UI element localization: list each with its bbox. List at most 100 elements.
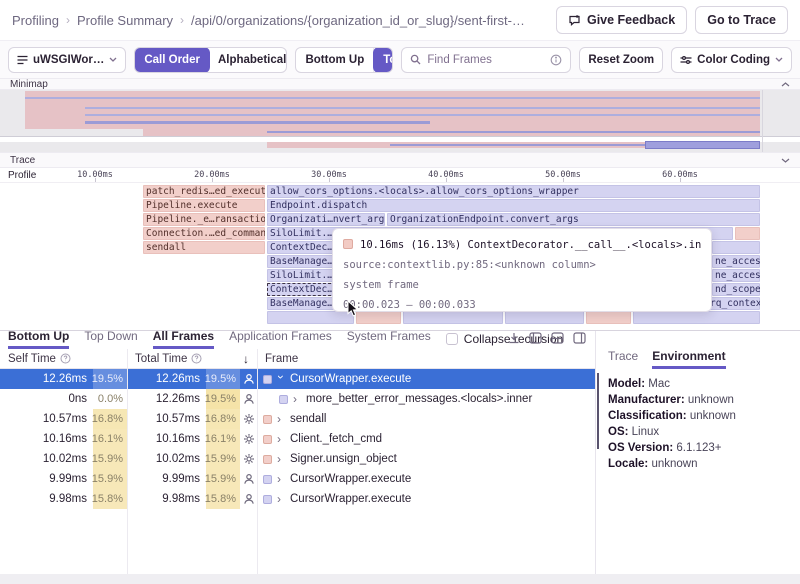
direction-option-bottom-up[interactable]: Bottom Up [296, 48, 374, 72]
total-time-cell: 10.02ms15.9% [127, 449, 257, 469]
detail-field-locale: Locale: unknown [608, 456, 788, 472]
total-time-percent: 19.5% [206, 389, 240, 409]
download-icon[interactable] [508, 332, 520, 344]
flame-frame[interactable]: nd_scopes [712, 283, 760, 296]
frame-table-row[interactable]: 9.98ms15.8%9.98ms15.8%›CursorWrapper.exe… [0, 489, 595, 509]
frame-table-body: 12.26ms19.5%12.26ms19.5%›CursorWrapper.e… [0, 369, 595, 509]
flame-frame[interactable] [267, 311, 354, 324]
flame-frame[interactable]: Connection.…ed_command [143, 227, 265, 240]
flame-frame[interactable]: ne_access [712, 269, 760, 282]
direction-option-top-down[interactable]: Top Down [373, 47, 393, 73]
tab-application-frames[interactable]: Application Frames [229, 329, 332, 349]
self-time-cell: 10.57ms16.8% [0, 409, 127, 429]
details-tab-environment[interactable]: Environment [652, 349, 725, 369]
chevron-up-icon[interactable] [781, 82, 790, 87]
column-divider[interactable] [127, 349, 128, 584]
chevron-down-icon[interactable]: › [274, 375, 288, 383]
breadcrumb-item[interactable]: Profiling [12, 13, 59, 28]
flame-frame[interactable]: allow_cors_options.<locals>.allow_cors_o… [267, 185, 760, 198]
chevron-down-icon [109, 57, 117, 62]
tab-all-frames[interactable]: All Frames [153, 329, 214, 349]
breadcrumb: Profiling›Profile Summary›/api/0/organiz… [12, 13, 525, 28]
total-time-percent: 19.5% [206, 369, 240, 389]
bottom-scrollbar-track[interactable] [0, 574, 800, 584]
frame-color-swatch [263, 435, 272, 444]
breadcrumb-separator: › [180, 13, 184, 27]
total-time-value: 10.57ms [156, 413, 200, 425]
self-time-value: 10.16ms [43, 433, 87, 445]
reset-zoom-button[interactable]: Reset Zoom [579, 47, 663, 73]
flame-frame[interactable]: ne_access [712, 255, 760, 268]
sort-option-alphabetical[interactable]: Alphabetical [209, 48, 288, 72]
dock-bottom-icon[interactable] [551, 332, 564, 344]
search-input[interactable] [427, 54, 544, 66]
sliders-icon [680, 55, 692, 65]
chevron-down-icon [775, 57, 783, 62]
breadcrumb-item[interactable]: Profile Summary [77, 13, 173, 28]
frame-name-cell[interactable]: ›CursorWrapper.execute [257, 369, 595, 389]
flame-frame[interactable]: OrganizationEndpoint.convert_args [387, 213, 760, 226]
frame-name: CursorWrapper.execute [290, 373, 411, 385]
frame-name-cell[interactable]: ›more_better_error_messages.<locals>.inn… [257, 389, 595, 409]
chevron-right-icon[interactable]: › [277, 412, 285, 426]
frame-name-cell[interactable]: ›sendall [257, 409, 595, 429]
total-time-value: 12.26ms [156, 373, 200, 385]
dock-left-icon[interactable] [529, 332, 542, 344]
trace-title: Trace [10, 155, 35, 166]
frame-name-cell[interactable]: ›Client._fetch_cmd [257, 429, 595, 449]
chevron-right-icon[interactable]: › [277, 492, 285, 506]
find-frames-search[interactable] [401, 47, 571, 73]
breadcrumb-item[interactable]: /api/0/organizations/{organization_id_or… [191, 13, 525, 28]
frame-name-cell[interactable]: ›Signer.unsign_object [257, 449, 595, 469]
dock-right-icon[interactable] [573, 332, 586, 344]
total-time-header[interactable]: Total Time ↓ [127, 349, 257, 368]
give-feedback-button[interactable]: Give Feedback [556, 6, 687, 34]
flame-frame[interactable]: Endpoint.dispatch [267, 199, 760, 212]
self-time-cell: 10.02ms15.9% [0, 449, 127, 469]
sort-option-call-order[interactable]: Call Order [134, 47, 210, 73]
scrollbar-thumb[interactable] [597, 373, 599, 449]
flame-frame[interactable]: patch_redis…ed_execute [143, 185, 265, 198]
minimap-activity [85, 114, 760, 116]
flame-frame[interactable]: rq_context [707, 297, 760, 310]
tab-top-down[interactable]: Top Down [84, 329, 137, 349]
frame-name-cell[interactable]: ›CursorWrapper.execute [257, 489, 595, 509]
flame-frame[interactable]: Pipeline._e…ransaction [143, 213, 265, 226]
frame-table-header: Self Time Total Time ↓ Frame [0, 349, 595, 369]
chevron-right-icon[interactable]: › [277, 472, 285, 486]
total-time-percent: 15.9% [206, 449, 240, 469]
flame-frame[interactable]: sendall [143, 241, 265, 254]
column-divider[interactable] [257, 349, 258, 584]
frame-table-row[interactable]: 10.57ms16.8%10.57ms16.8%›sendall [0, 409, 595, 429]
thread-selector-dropdown[interactable]: uWSGIWor… [8, 47, 126, 73]
axis-tickmark [446, 178, 447, 182]
frame-name-cell[interactable]: › CursorWrapper.execute [257, 469, 595, 489]
minimap-activity [390, 144, 645, 146]
tab-system-frames[interactable]: System Frames [347, 329, 431, 349]
flame-frame[interactable]: Pipeline.execute [143, 199, 265, 212]
details-tab-trace[interactable]: Trace [608, 349, 638, 369]
flame-frame[interactable] [735, 227, 760, 240]
self-time-header[interactable]: Self Time [0, 349, 127, 368]
go-to-trace-button[interactable]: Go to Trace [695, 6, 788, 34]
minimap-canvas[interactable] [0, 90, 800, 152]
frame-name: CursorWrapper.execute [290, 473, 411, 485]
frame-table-row[interactable]: 9.99ms15.9%9.99ms15.9%›CursorWrapper.exe… [0, 469, 595, 489]
self-time-cell: 10.16ms16.1% [0, 429, 127, 449]
flame-frame[interactable] [712, 241, 760, 254]
frame-table-row[interactable]: 12.26ms19.5%12.26ms19.5%›CursorWrapper.e… [0, 369, 595, 389]
chevron-right-icon[interactable]: › [277, 432, 285, 446]
frame-table-row[interactable]: 0ns0.0%12.26ms19.5%›more_better_error_me… [0, 389, 595, 409]
chevron-down-icon[interactable] [781, 158, 790, 163]
frame-table-row[interactable]: 10.02ms15.9%10.02ms15.9%›Signer.unsign_o… [0, 449, 595, 469]
color-coding-dropdown[interactable]: Color Coding [671, 47, 792, 73]
total-time-percent: 15.8% [206, 489, 240, 509]
frame-table-row[interactable]: 10.16ms16.1%10.16ms16.1%›Client._fetch_c… [0, 429, 595, 449]
axis-tickmark [212, 178, 213, 182]
sort-descending-icon[interactable]: ↓ [243, 352, 249, 366]
chevron-right-icon[interactable]: › [277, 452, 285, 466]
flame-frame[interactable]: Organizati…nvert_args [267, 213, 385, 226]
tab-bottom-up[interactable]: Bottom Up [8, 329, 69, 349]
chevron-right-icon[interactable]: › [293, 392, 301, 406]
frame-header[interactable]: Frame [257, 349, 595, 368]
